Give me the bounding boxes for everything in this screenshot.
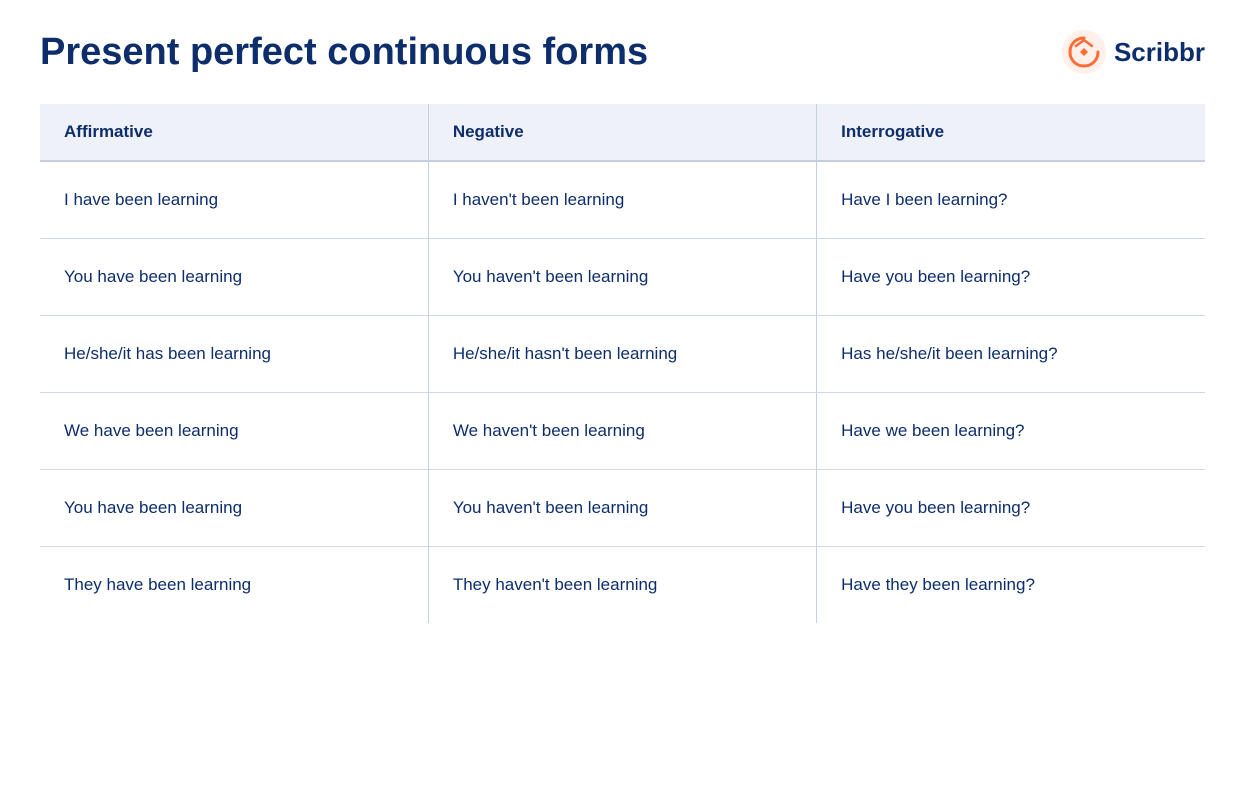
- header-interrogative: Interrogative: [817, 104, 1205, 161]
- cell-negative: You haven't been learning: [428, 470, 816, 547]
- cell-affirmative: You have been learning: [40, 239, 428, 316]
- table-row: You have been learningYou haven't been l…: [40, 239, 1205, 316]
- cell-affirmative: We have been learning: [40, 393, 428, 470]
- cell-interrogative: Have you been learning?: [817, 239, 1205, 316]
- cell-interrogative: Have I been learning?: [817, 161, 1205, 239]
- header-affirmative: Affirmative: [40, 104, 428, 161]
- table-row: You have been learningYou haven't been l…: [40, 470, 1205, 547]
- cell-affirmative: They have been learning: [40, 547, 428, 624]
- table-row: He/she/it has been learningHe/she/it has…: [40, 316, 1205, 393]
- cell-affirmative: I have been learning: [40, 161, 428, 239]
- cell-interrogative: Have they been learning?: [817, 547, 1205, 624]
- cell-negative: I haven't been learning: [428, 161, 816, 239]
- table-row: We have been learningWe haven't been lea…: [40, 393, 1205, 470]
- page-title: Present perfect continuous forms: [40, 31, 648, 74]
- table-row: They have been learningThey haven't been…: [40, 547, 1205, 624]
- cell-interrogative: Has he/she/it been learning?: [817, 316, 1205, 393]
- cell-negative: We haven't been learning: [428, 393, 816, 470]
- table-row: I have been learningI haven't been learn…: [40, 161, 1205, 239]
- cell-negative: He/she/it hasn't been learning: [428, 316, 816, 393]
- logo-text: Scribbr: [1114, 37, 1205, 68]
- cell-affirmative: He/she/it has been learning: [40, 316, 428, 393]
- logo: Scribbr: [1062, 30, 1205, 74]
- table-header-row: Affirmative Negative Interrogative: [40, 104, 1205, 161]
- scribbr-logo-icon: [1062, 30, 1106, 74]
- cell-negative: You haven't been learning: [428, 239, 816, 316]
- cell-negative: They haven't been learning: [428, 547, 816, 624]
- conjugation-table: Affirmative Negative Interrogative I hav…: [40, 104, 1205, 623]
- cell-interrogative: Have you been learning?: [817, 470, 1205, 547]
- cell-interrogative: Have we been learning?: [817, 393, 1205, 470]
- header-negative: Negative: [428, 104, 816, 161]
- page-header: Present perfect continuous forms Scribbr: [40, 30, 1205, 74]
- cell-affirmative: You have been learning: [40, 470, 428, 547]
